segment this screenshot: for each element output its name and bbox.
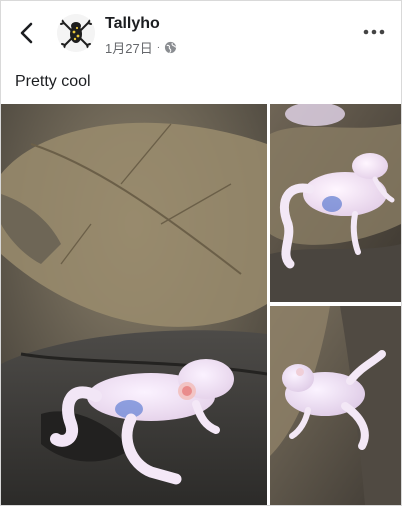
more-options-button[interactable] [361, 21, 387, 43]
post-date[interactable]: 1月27日 [105, 38, 153, 57]
post-text: Pretty cool [15, 73, 91, 90]
meta-dot: · [156, 42, 161, 53]
frog-avatar-icon [57, 14, 95, 52]
post-header: Tallyho 1月27日 · [1, 1, 401, 63]
author-avatar[interactable] [57, 14, 95, 52]
photo-main[interactable] [1, 104, 267, 505]
photo-bottom-right[interactable] [270, 306, 401, 505]
post-container: Tallyho 1月27日 · Pretty cool [0, 0, 402, 506]
globe-icon[interactable] [164, 41, 177, 54]
photo-top-right[interactable] [270, 104, 401, 302]
frog-photo-1 [1, 104, 267, 505]
back-arrow-icon [20, 22, 33, 44]
photo-grid [1, 104, 401, 505]
back-button[interactable] [13, 19, 41, 47]
frog-photo-2 [270, 104, 401, 302]
post-meta: 1月27日 · [105, 38, 177, 57]
frog-photo-3 [270, 306, 401, 505]
author-name[interactable]: Tallyho [105, 15, 160, 33]
more-options-icon [363, 29, 385, 35]
